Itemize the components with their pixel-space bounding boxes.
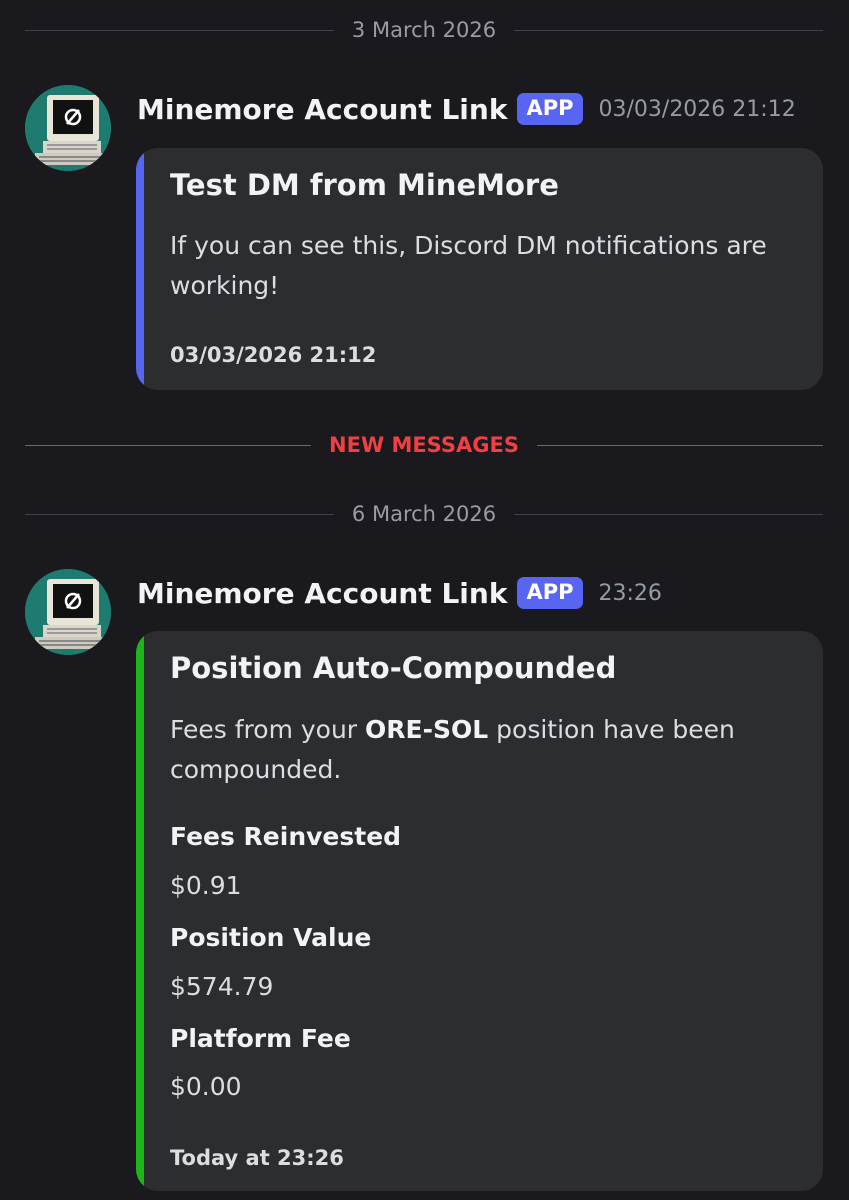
embed-accent-bar <box>136 148 144 390</box>
embed-card: Test DM from MineMore If you can see thi… <box>136 148 823 390</box>
divider-line <box>514 29 824 31</box>
field-value-platform-fee: $0.00 <box>170 1072 242 1101</box>
embed-title: Test DM from MineMore <box>170 168 559 202</box>
divider-line <box>25 513 334 515</box>
divider-line <box>25 444 312 446</box>
field-value-fees-reinvested: $0.91 <box>170 871 242 900</box>
embed-footer: 03/03/2026 21:12 <box>170 343 377 367</box>
field-name-fees-reinvested: Fees Reinvested <box>170 822 402 851</box>
field-value-position-value: $574.79 <box>170 972 274 1001</box>
field-name-platform-fee: Platform Fee <box>170 1024 351 1053</box>
author-name[interactable]: Minemore Account Link <box>137 93 507 126</box>
message-timestamp: 03/03/2026 21:12 <box>598 96 796 122</box>
message-header: Minemore Account Link APP 03/03/2026 21:… <box>137 89 796 129</box>
description-text: Fees from your <box>170 715 366 744</box>
new-messages-divider: NEW MESSAGES <box>25 430 823 460</box>
date-divider-2: 6 March 2026 <box>25 499 824 529</box>
avatar[interactable] <box>25 85 111 171</box>
retro-computer-icon <box>25 85 111 171</box>
date-divider-label: 6 March 2026 <box>351 502 497 526</box>
embed-footer: Today at 23:26 <box>170 1146 344 1170</box>
app-badge: APP <box>517 577 583 609</box>
message-timestamp: 23:26 <box>598 580 662 606</box>
message-header: Minemore Account Link APP 23:26 <box>137 573 662 613</box>
date-divider-1: 3 March 2026 <box>25 15 824 45</box>
field-name-position-value: Position Value <box>170 923 372 952</box>
embed-title: Position Auto-Compounded <box>170 651 617 685</box>
avatar[interactable] <box>25 569 111 655</box>
divider-line <box>536 444 823 446</box>
date-divider-label: 3 March 2026 <box>351 18 497 42</box>
embed-accent-bar <box>136 631 144 1191</box>
new-messages-label: NEW MESSAGES <box>329 433 519 457</box>
divider-line <box>25 29 334 31</box>
embed-description: Fees from your ORE-SOL position have bee… <box>170 710 799 790</box>
divider-line <box>514 513 824 515</box>
app-badge: APP <box>517 93 583 125</box>
retro-computer-icon <box>25 569 111 655</box>
embed-description: If you can see this, Discord DM notifica… <box>170 231 767 300</box>
embed-card: Position Auto-Compounded Fees from your … <box>136 631 823 1191</box>
author-name[interactable]: Minemore Account Link <box>137 577 507 610</box>
description-pair: ORE-SOL <box>365 715 489 744</box>
